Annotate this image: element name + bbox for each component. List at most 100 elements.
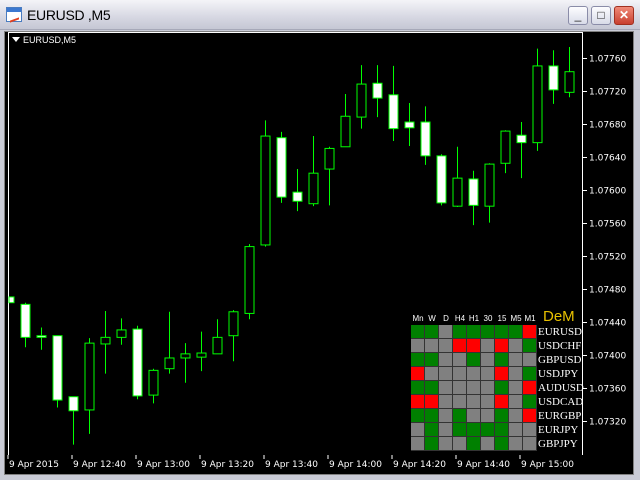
dem-signal-cell: [523, 339, 537, 353]
bear-candle: [20, 303, 31, 338]
time-label: 9 Apr 13:00: [137, 460, 190, 470]
dem-pair-label[interactable]: USDJPY: [538, 367, 578, 381]
dem-signal-cell: [425, 381, 439, 395]
dem-pair-label[interactable]: USDCAD: [538, 395, 583, 409]
dem-signal-cell: [495, 339, 509, 353]
dem-signal-cell: [453, 409, 467, 423]
price-label: 1.07600: [589, 187, 626, 197]
dem-signal-cell: [467, 325, 481, 339]
dem-signal-cell: [453, 367, 467, 381]
dem-signal-cell: [425, 325, 439, 339]
dem-signal-cell: [411, 395, 425, 409]
dem-pair-label[interactable]: EURGBP: [538, 409, 581, 423]
symbol-timeframe-label[interactable]: EURUSD,M5: [12, 35, 76, 45]
time-label: 9 Apr 13:40: [265, 460, 318, 470]
bear-candle: [388, 94, 399, 130]
bull-candle: [532, 65, 543, 144]
dem-signal-cell: [439, 367, 453, 381]
dem-signal-cell: [453, 395, 467, 409]
dem-signal-cell: [439, 437, 453, 451]
bull-candle: [452, 177, 463, 207]
bull-candle: [84, 342, 95, 411]
dem-signal-cell: [439, 353, 453, 367]
dem-signal-cell: [439, 339, 453, 353]
time-label: 9 Apr 2015: [9, 460, 59, 470]
dem-signal-cell: [509, 437, 523, 451]
dem-signal-cell: [481, 353, 495, 367]
dem-signal-cell: [453, 381, 467, 395]
dem-signal-cell: [411, 437, 425, 451]
dem-column-header: W: [428, 314, 436, 323]
dem-signal-cell: [495, 325, 509, 339]
dem-signal-cell: [467, 395, 481, 409]
bull-candle: [356, 83, 367, 118]
dem-signal-cell: [481, 381, 495, 395]
price-label: 1.07640: [589, 154, 626, 164]
bear-candle: [132, 328, 143, 397]
price-label: 1.07560: [589, 220, 626, 230]
dem-signal-cell: [425, 353, 439, 367]
dem-signal-cell: [481, 437, 495, 451]
dem-signal-cell: [411, 409, 425, 423]
dem-signal-cell: [495, 437, 509, 451]
dem-pair-label[interactable]: USDCHF: [538, 339, 581, 353]
dem-signal-cell: [509, 353, 523, 367]
dem-column-header: 30: [483, 314, 493, 323]
bull-candle: [340, 115, 351, 148]
dem-column-header: 15: [497, 314, 507, 323]
dem-signal-cell: [439, 395, 453, 409]
dem-pair-label[interactable]: GBPJPY: [538, 437, 578, 451]
dem-signal-cell: [411, 367, 425, 381]
bear-candle: [8, 296, 15, 304]
price-label: 1.07760: [589, 55, 626, 65]
bear-candle: [436, 155, 447, 204]
bear-candle: [36, 335, 47, 338]
bull-candle: [500, 130, 511, 164]
dem-pair-label[interactable]: EURJPY: [538, 423, 578, 437]
dem-pair-label[interactable]: EURUSD: [538, 325, 582, 339]
dem-column-header: H1: [468, 314, 480, 323]
dem-signal-cell: [481, 395, 495, 409]
dem-signal-cell: [509, 395, 523, 409]
dem-signal-cell: [495, 367, 509, 381]
dem-signal-cell: [509, 409, 523, 423]
dem-signal-cell: [439, 381, 453, 395]
dem-signal-cell: [523, 325, 537, 339]
time-label: 9 Apr 15:00: [521, 460, 574, 470]
bear-candle: [420, 121, 431, 157]
dem-signal-cell: [495, 381, 509, 395]
dem-signal-cell: [523, 437, 537, 451]
dem-signal-cell: [425, 395, 439, 409]
bear-candle: [292, 191, 303, 202]
dem-pair-label[interactable]: AUDUSD: [538, 381, 584, 395]
dem-column-header: M5: [510, 314, 522, 323]
dem-signal-cell: [495, 409, 509, 423]
price-label: 1.07680: [589, 121, 626, 131]
dem-column-header: M1: [524, 314, 536, 323]
dem-signal-cell: [453, 423, 467, 437]
price-label: 1.07360: [589, 385, 626, 395]
dem-signal-cell: [467, 423, 481, 437]
dem-signal-cell: [425, 423, 439, 437]
bear-candle: [468, 178, 479, 206]
dem-pair-label[interactable]: GBPUSD: [538, 353, 581, 367]
bear-candle: [372, 82, 383, 99]
dem-signal-cell: [509, 339, 523, 353]
dem-signal-cell: [481, 423, 495, 437]
price-label: 1.07720: [589, 88, 626, 98]
dem-signal-cell: [453, 325, 467, 339]
time-label: 9 Apr 14:20: [393, 460, 446, 470]
dem-signal-cell: [467, 367, 481, 381]
dem-signal-cell: [495, 395, 509, 409]
dem-signal-cell: [411, 353, 425, 367]
dem-signal-cell: [425, 367, 439, 381]
time-label: 9 Apr 12:40: [73, 460, 126, 470]
bull-candle: [324, 147, 335, 170]
dem-signal-cell: [481, 339, 495, 353]
dem-signal-cell: [453, 353, 467, 367]
bear-candle: [404, 121, 415, 129]
bear-candle: [52, 335, 63, 401]
price-label: 1.07320: [589, 418, 626, 428]
dem-signal-cell: [411, 381, 425, 395]
dem-signal-cell: [467, 381, 481, 395]
